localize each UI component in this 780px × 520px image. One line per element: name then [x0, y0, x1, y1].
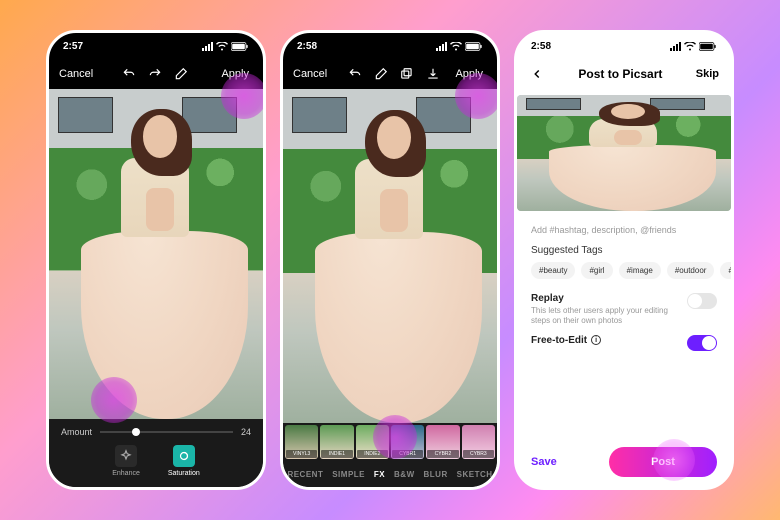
clock: 2:58	[297, 41, 317, 52]
eraser-icon[interactable]	[173, 66, 189, 82]
battery-icon	[699, 42, 717, 51]
post-bottom-bar: Save Post	[517, 447, 731, 487]
page-title: Post to Picsart	[578, 67, 662, 81]
tool-saturation-label: Saturation	[168, 470, 200, 477]
save-button[interactable]: Save	[531, 456, 557, 468]
tag-chip[interactable]: #girl	[581, 262, 612, 279]
fx-thumb[interactable]: CYBR2	[426, 425, 459, 459]
undo-icon[interactable]	[347, 66, 363, 82]
clock: 2:58	[531, 41, 551, 52]
replay-row: Replay This lets other users apply your …	[517, 289, 731, 331]
replay-desc: This lets other users apply your editing…	[531, 306, 679, 327]
skip-button[interactable]: Skip	[696, 68, 719, 80]
status-bar: 2:58	[283, 33, 497, 59]
fx-categories: RECENT SIMPLE FX B&W BLUR SKETCH	[283, 461, 497, 487]
fx-cat[interactable]: B&W	[394, 470, 415, 479]
amount-label: Amount	[61, 427, 92, 437]
eraser-icon[interactable]	[373, 66, 389, 82]
signal-icon	[436, 42, 447, 51]
fx-cat[interactable]: SKETCH	[457, 470, 493, 479]
redo-icon[interactable]	[147, 66, 163, 82]
apply-button[interactable]: Apply	[217, 68, 253, 80]
wifi-icon	[216, 42, 228, 51]
layers-icon[interactable]	[399, 66, 415, 82]
free-to-edit-title: Free-to-Edit	[531, 335, 587, 346]
phone-screen-3: 2:58 Post to Picsart Skip Add #hashtag, …	[514, 30, 734, 490]
post-preview[interactable]	[517, 95, 731, 211]
battery-icon	[465, 42, 483, 51]
battery-icon	[231, 42, 249, 51]
back-icon[interactable]	[529, 66, 545, 82]
apply-button[interactable]: Apply	[451, 68, 487, 80]
fx-thumb[interactable]: CYBR1	[391, 425, 424, 459]
tool-saturation[interactable]: Saturation	[168, 445, 200, 477]
fx-thumb[interactable]: CYBR3	[462, 425, 495, 459]
post-top-bar: Post to Picsart Skip	[517, 59, 731, 89]
free-to-edit-row: Free-to-Edit i	[517, 331, 731, 355]
suggested-tags: #beauty #girl #image #outdoor #afternoon…	[517, 262, 731, 289]
undo-icon[interactable]	[121, 66, 137, 82]
tag-chip[interactable]: #afternoon	[720, 262, 731, 279]
phone-screen-1: 2:57 Cancel Apply Amount 24 Enhance	[46, 30, 266, 490]
post-button[interactable]: Post	[609, 447, 717, 477]
info-icon[interactable]: i	[591, 335, 601, 345]
preview-canvas[interactable]	[49, 89, 263, 419]
editor-top-bar: Cancel Apply	[49, 59, 263, 89]
tag-chip[interactable]: #beauty	[531, 262, 575, 279]
fx-thumbnails: VINYL3 INDIE1 INDIE2 CYBR1 CYBR2 CYBR3	[283, 423, 497, 461]
fx-thumb-selected[interactable]: INDIE2	[356, 425, 389, 459]
status-bar: 2:57	[49, 33, 263, 59]
preview-canvas[interactable]	[283, 89, 497, 423]
fx-cat[interactable]: BLUR	[424, 470, 448, 479]
clock: 2:57	[63, 41, 83, 52]
editor-bottom-panel: Amount 24 Enhance Saturation	[49, 419, 263, 487]
fx-bottom-panel: VINYL3 INDIE1 INDIE2 CYBR1 CYBR2 CYBR3 R…	[283, 423, 497, 487]
replay-title: Replay	[531, 293, 679, 304]
amount-slider[interactable]	[100, 431, 233, 433]
tool-enhance[interactable]: Enhance	[112, 445, 140, 477]
signal-icon	[670, 42, 681, 51]
fx-cat-active[interactable]: FX	[374, 470, 385, 479]
fx-cat[interactable]: SIMPLE	[332, 470, 365, 479]
fx-cat[interactable]: RECENT	[287, 470, 323, 479]
fx-thumb[interactable]: INDIE1	[320, 425, 353, 459]
amount-value: 24	[241, 427, 251, 437]
replay-toggle[interactable]	[687, 293, 717, 309]
signal-icon	[202, 42, 213, 51]
cancel-button[interactable]: Cancel	[59, 68, 93, 80]
suggested-tags-label: Suggested Tags	[517, 245, 731, 262]
download-icon[interactable]	[425, 66, 441, 82]
editor-top-bar: Cancel Apply	[283, 59, 497, 89]
wifi-icon	[684, 42, 696, 51]
wifi-icon	[450, 42, 462, 51]
hashtag-input[interactable]: Add #hashtag, description, @friends	[517, 221, 731, 245]
tag-chip[interactable]: #outdoor	[667, 262, 715, 279]
status-bar: 2:58	[517, 33, 731, 59]
tool-enhance-label: Enhance	[112, 470, 140, 477]
cancel-button[interactable]: Cancel	[293, 68, 327, 80]
phone-screen-2: 2:58 Cancel Apply VINYL3 INDIE1 INDIE2 C…	[280, 30, 500, 490]
tag-chip[interactable]: #image	[619, 262, 661, 279]
free-to-edit-toggle[interactable]	[687, 335, 717, 351]
fx-thumb[interactable]: VINYL3	[285, 425, 318, 459]
